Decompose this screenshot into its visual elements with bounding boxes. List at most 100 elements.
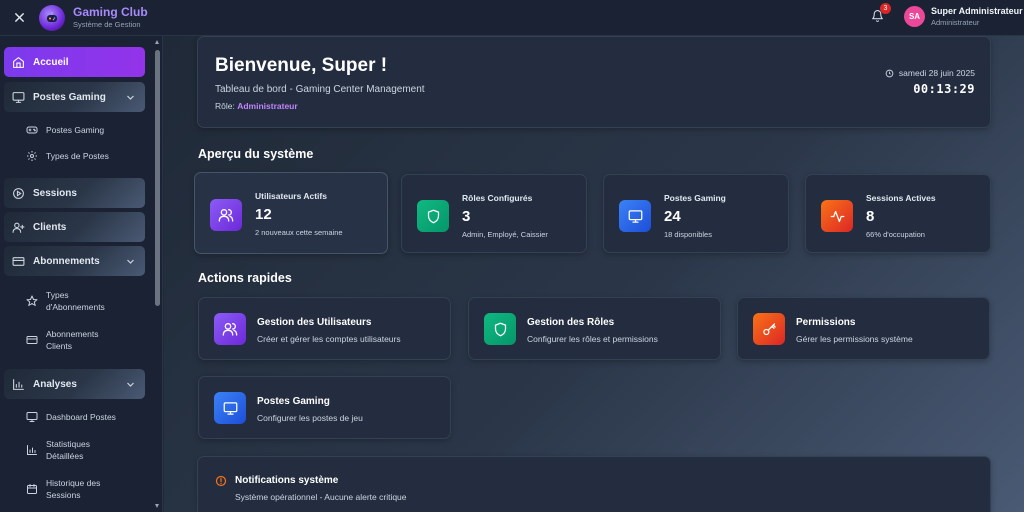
stat-card-users[interactable]: Utilisateurs Actifs 12 2 nouveaux cette … xyxy=(194,172,388,254)
action-icon-bg xyxy=(214,392,246,424)
monitor-icon xyxy=(12,91,25,103)
sidebar-item-label: Types d'Abonnements xyxy=(46,290,105,313)
sidebar-item-label: Historique des Sessions xyxy=(46,478,101,501)
star-icon xyxy=(26,295,38,307)
monitor-icon xyxy=(223,401,237,415)
welcome-card: Bienvenue, Super ! Tableau de bord - Gam… xyxy=(197,36,991,128)
overview-title: Aperçu du système xyxy=(198,147,314,161)
stat-value: 3 xyxy=(462,208,471,225)
top-bar: Gaming Club Système de Gestion 3 SA Supe… xyxy=(0,0,1024,36)
date-text: samedi 28 juin 2025 xyxy=(898,68,975,78)
chevron-down-icon xyxy=(127,259,134,264)
action-desc: Créer et gérer les comptes utilisateurs xyxy=(257,334,401,344)
stat-icon-bg xyxy=(417,200,449,232)
scroll-down-arrow-icon[interactable] xyxy=(155,504,159,508)
users-icon xyxy=(218,209,234,222)
bar-chart-icon xyxy=(13,378,24,390)
stat-card-sessions[interactable]: Sessions Actives 8 66% d'occupation xyxy=(805,174,991,253)
main-content: Bienvenue, Super ! Tableau de bord - Gam… xyxy=(164,36,1024,512)
notifications-message: Système opérationnel - Aucune alerte cri… xyxy=(235,492,407,502)
close-sidebar-button[interactable] xyxy=(9,8,29,28)
play-circle-icon xyxy=(13,187,24,199)
action-title: Gestion des Rôles xyxy=(527,317,615,328)
role-label: Rôle: xyxy=(215,101,235,111)
user-role: Administrateur xyxy=(931,17,980,27)
sidebar-item-statistiques[interactable]: Statistiques Détaillées xyxy=(26,438,144,463)
current-time: 00:13:29 xyxy=(913,82,975,96)
stat-note: 18 disponibles xyxy=(664,230,712,239)
sidebar-item-label: Dashboard Postes xyxy=(46,412,116,422)
sidebar-item-label: Statistiques Détaillées xyxy=(46,439,90,462)
sidebar-item-abonnements-clients[interactable]: Abonnements Clients xyxy=(26,328,144,353)
chevron-down-icon xyxy=(127,95,134,100)
sidebar-item-label: Types de Postes xyxy=(46,151,109,161)
welcome-role: Rôle: Administrateur xyxy=(215,101,298,111)
stat-label: Utilisateurs Actifs xyxy=(255,191,327,201)
stat-value: 8 xyxy=(866,208,875,225)
action-desc: Configurer les rôles et permissions xyxy=(527,334,658,344)
action-card-permissions[interactable]: Permissions Gérer les permissions systèm… xyxy=(737,297,990,360)
sidebar-item-label: Postes Gaming xyxy=(33,91,106,103)
gamepad-logo-icon xyxy=(47,11,57,22)
sidebar-item-abonnements[interactable]: Abonnements xyxy=(4,246,145,276)
stat-note: 2 nouveaux cette semaine xyxy=(255,228,343,237)
scroll-up-arrow-icon[interactable] xyxy=(155,40,159,44)
calendar-icon xyxy=(27,484,37,495)
sidebar-item-postes-gaming[interactable]: Postes Gaming xyxy=(4,82,145,112)
sidebar-item-accueil[interactable]: Accueil xyxy=(4,47,145,77)
sidebar-item-label: Postes Gaming xyxy=(46,125,105,135)
sidebar-item-sessions[interactable]: Sessions xyxy=(4,178,145,208)
sidebar-item-analyses[interactable]: Analyses xyxy=(4,369,145,399)
stat-value: 24 xyxy=(664,208,681,225)
system-notifications-card: Notifications système Système opérationn… xyxy=(197,456,991,512)
avatar: SA xyxy=(904,6,925,27)
app-logo xyxy=(39,4,65,31)
stat-card-postes[interactable]: Postes Gaming 24 18 disponibles xyxy=(603,174,789,253)
sidebar-item-label: Analyses xyxy=(33,378,77,390)
stat-label: Rôles Configurés xyxy=(462,193,533,203)
close-icon xyxy=(14,13,24,22)
gamepad-icon xyxy=(26,126,38,134)
stat-card-roles[interactable]: Rôles Configurés 3 Admin, Employé, Caiss… xyxy=(401,174,587,253)
action-card-users[interactable]: Gestion des Utilisateurs Créer et gérer … xyxy=(198,297,451,360)
card-icon xyxy=(26,336,38,345)
home-icon xyxy=(13,56,24,68)
chevron-down-icon xyxy=(127,382,134,387)
sidebar-item-label: Abonnements Clients xyxy=(46,329,99,352)
sidebar-item-clients[interactable]: Clients xyxy=(4,212,145,242)
stat-icon-bg xyxy=(210,199,242,231)
sidebar-item-postes-gaming-sub[interactable]: Postes Gaming xyxy=(26,124,144,136)
welcome-title: Bienvenue, Super ! xyxy=(215,55,388,76)
notifications-button[interactable]: 3 xyxy=(871,3,891,25)
sidebar-item-label: Accueil xyxy=(33,56,69,68)
stat-icon-bg xyxy=(821,200,853,232)
notifications-title: Notifications système xyxy=(235,475,339,486)
scrollbar-thumb[interactable] xyxy=(155,50,160,306)
sidebar-item-types-postes[interactable]: Types de Postes xyxy=(26,150,144,162)
users-icon xyxy=(222,323,238,336)
sidebar-item-label: Clients xyxy=(33,221,67,233)
sidebar-item-historique-sessions[interactable]: Historique des Sessions xyxy=(26,477,144,502)
action-card-postes[interactable]: Postes Gaming Configurer les postes de j… xyxy=(198,376,451,439)
current-date: samedi 28 juin 2025 xyxy=(885,68,975,78)
user-name: Super Administrateur xyxy=(931,5,1023,16)
sidebar-scrollbar[interactable] xyxy=(152,36,163,512)
action-card-roles[interactable]: Gestion des Rôles Configurer les rôles e… xyxy=(468,297,721,360)
sidebar-item-dashboard-postes[interactable]: Dashboard Postes xyxy=(26,411,144,423)
sidebar: Accueil Postes Gaming Postes Gaming Type… xyxy=(0,36,152,512)
stat-icon-bg xyxy=(619,200,651,232)
stat-label: Sessions Actives xyxy=(866,193,936,203)
app-title: Gaming Club xyxy=(73,5,148,20)
card-icon xyxy=(12,256,25,266)
action-icon-bg xyxy=(484,313,516,345)
shield-icon xyxy=(427,209,439,223)
user-menu[interactable]: SA Super Administrateur Administrateur xyxy=(904,6,1023,27)
stat-note: Admin, Employé, Caissier xyxy=(462,230,548,239)
activity-icon xyxy=(830,210,844,222)
role-value: Administrateur xyxy=(237,101,298,111)
stat-label: Postes Gaming xyxy=(664,193,726,203)
sidebar-item-types-abonnements[interactable]: Types d'Abonnements xyxy=(26,289,144,314)
welcome-subtitle: Tableau de bord - Gaming Center Manageme… xyxy=(215,84,425,95)
action-title: Postes Gaming xyxy=(257,396,330,407)
brand: Gaming Club Système de Gestion xyxy=(73,6,148,29)
